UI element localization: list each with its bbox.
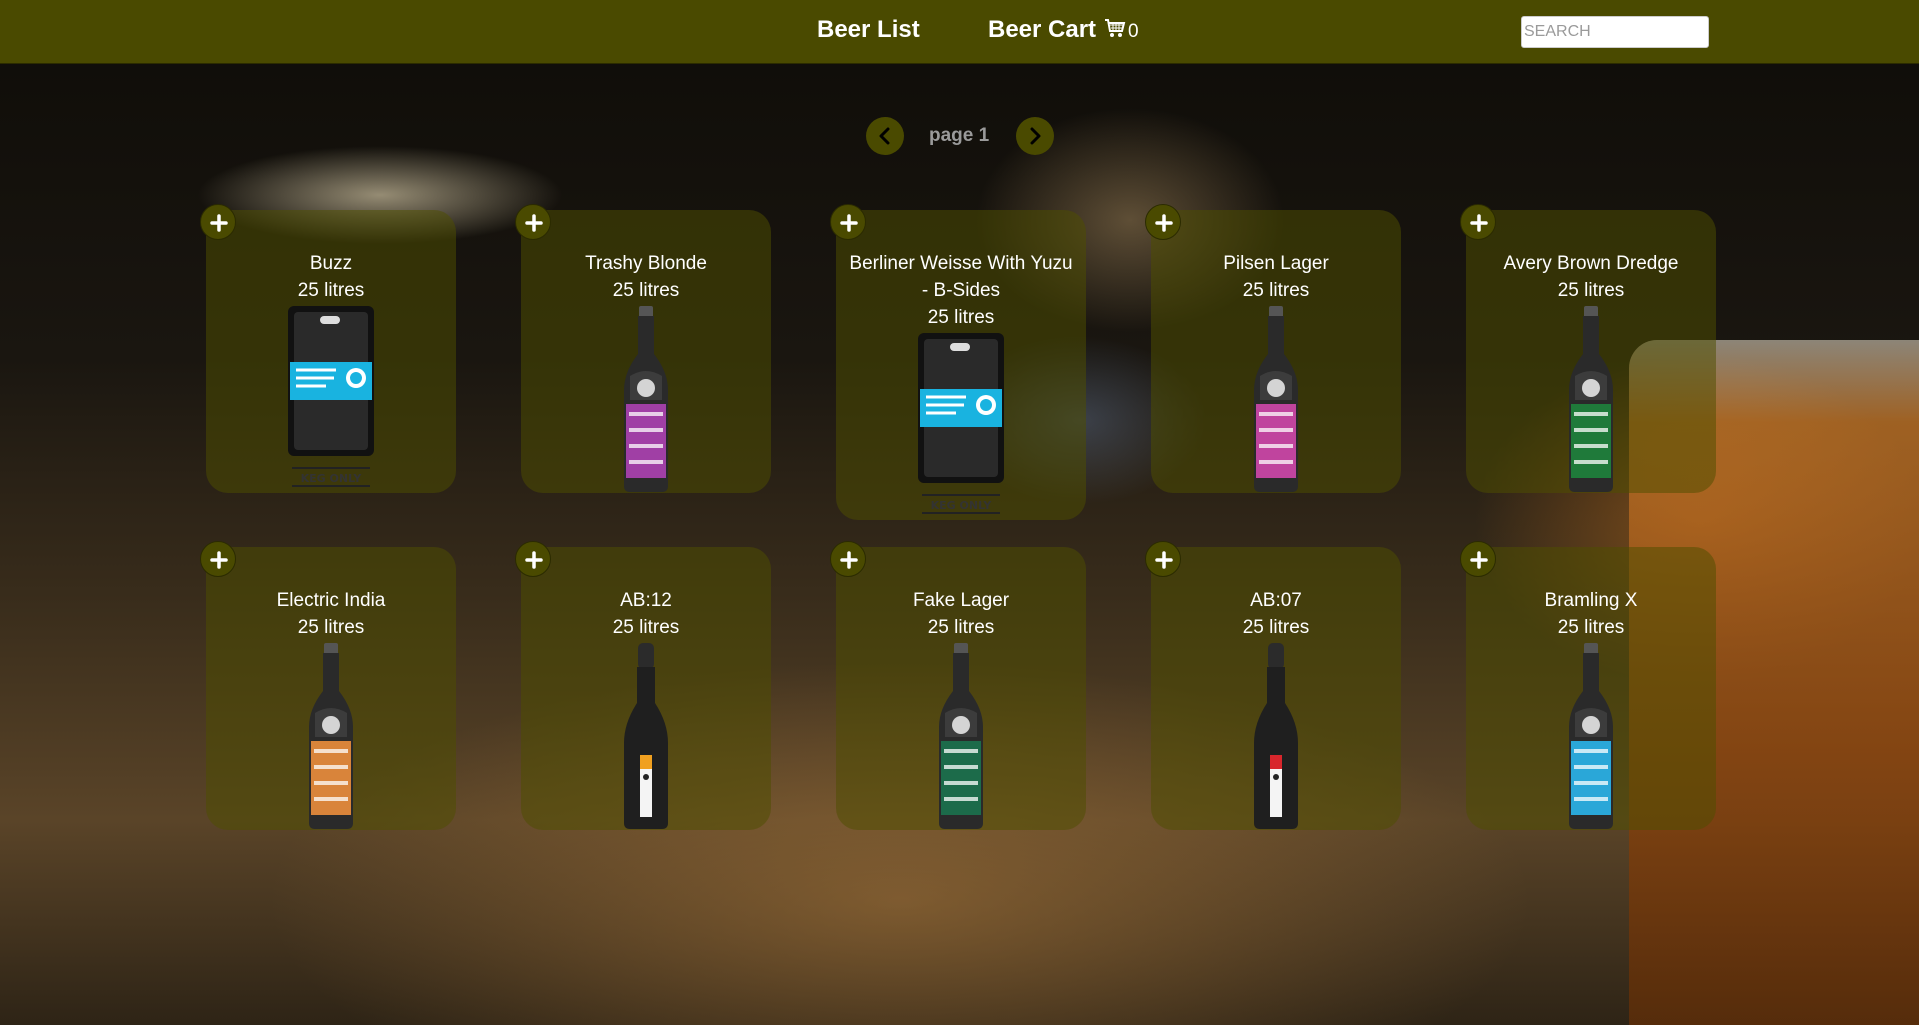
beer-card[interactable]: Buzz 25 litres KEG ONLY xyxy=(200,204,456,493)
beer-bottle-image xyxy=(1254,306,1298,492)
beer-name: Buzz xyxy=(309,253,353,274)
beer-name: Trashy Blonde xyxy=(585,253,707,274)
beer-volume: 25 litres xyxy=(1557,617,1625,638)
plus-icon xyxy=(840,214,858,232)
add-to-cart-button[interactable] xyxy=(200,204,236,240)
add-to-cart-button[interactable] xyxy=(1145,541,1181,577)
plus-icon xyxy=(1470,214,1488,232)
beer-volume: 25 litres xyxy=(612,280,680,301)
beer-keg-image: KEG ONLY xyxy=(288,306,374,487)
plus-icon xyxy=(525,214,543,232)
beer-card[interactable]: Avery Brown Dredge 25 litres xyxy=(1460,204,1716,493)
add-to-cart-button[interactable] xyxy=(830,541,866,577)
keg-only-text: KEG ONLY xyxy=(301,472,363,485)
beer-volume: 25 litres xyxy=(1557,280,1625,301)
page-indicator: page 1 xyxy=(929,125,990,146)
plus-icon xyxy=(210,214,228,232)
beer-volume: 25 litres xyxy=(612,617,680,638)
beer-volume: 25 litres xyxy=(927,617,995,638)
beer-card[interactable]: Fake Lager 25 litres xyxy=(830,541,1086,830)
beer-bottle-image xyxy=(1254,643,1298,829)
plus-icon xyxy=(1155,214,1173,232)
add-to-cart-button[interactable] xyxy=(515,204,551,240)
plus-icon xyxy=(1470,551,1488,569)
previous-page-button[interactable] xyxy=(866,117,904,155)
add-to-cart-button[interactable] xyxy=(515,541,551,577)
pager: page 1 xyxy=(866,117,1056,157)
cart-count: 0 xyxy=(1128,21,1139,42)
beer-card[interactable]: Trashy Blonde 25 litres xyxy=(515,204,771,493)
beer-name: Electric India xyxy=(276,590,386,611)
plus-icon xyxy=(840,551,858,569)
beer-card[interactable]: AB:12 25 litres xyxy=(515,541,771,830)
navbar: Beer List Beer Cart 0 xyxy=(0,0,1919,64)
nav-beer-list-link[interactable]: Beer List xyxy=(817,16,920,44)
plus-icon xyxy=(525,551,543,569)
beer-name: AB:12 xyxy=(620,590,672,611)
beer-card[interactable]: AB:07 25 litres xyxy=(1145,541,1401,830)
add-to-cart-button[interactable] xyxy=(1145,204,1181,240)
nav-beer-cart-label: Beer Cart xyxy=(988,16,1097,43)
add-to-cart-button[interactable] xyxy=(830,204,866,240)
beer-volume: 25 litres xyxy=(1242,617,1310,638)
beer-bottle-image xyxy=(1569,306,1613,492)
beer-bottle-image xyxy=(624,306,668,492)
beer-bottle-image xyxy=(309,643,353,829)
beer-volume: 25 litres xyxy=(297,280,365,301)
beer-card[interactable]: Bramling X 25 litres xyxy=(1460,541,1716,830)
add-to-cart-button[interactable] xyxy=(1460,541,1496,577)
beer-name: Pilsen Lager xyxy=(1223,253,1329,274)
add-to-cart-button[interactable] xyxy=(1460,204,1496,240)
cart-icon xyxy=(1105,19,1126,37)
beer-name: Avery Brown Dredge xyxy=(1503,253,1679,274)
beer-name: AB:07 xyxy=(1250,590,1302,611)
chevron-left-icon xyxy=(879,127,890,145)
beer-name: Fake Lager xyxy=(912,590,1010,611)
beer-card[interactable]: Pilsen Lager 25 litres xyxy=(1145,204,1401,493)
plus-icon xyxy=(1155,551,1173,569)
beer-bottle-image xyxy=(1569,643,1613,829)
beer-keg-image: KEG ONLY xyxy=(918,333,1004,514)
beer-name: Berliner Weisse With Yuzu - B-Sides xyxy=(849,253,1073,301)
search-input[interactable] xyxy=(1521,16,1709,48)
beer-volume: 25 litres xyxy=(1242,280,1310,301)
keg-only-text: KEG ONLY xyxy=(931,499,993,512)
beer-name: Bramling X xyxy=(1544,590,1638,611)
beer-bottle-image xyxy=(624,643,668,829)
beer-volume: 25 litres xyxy=(927,307,995,328)
add-to-cart-button[interactable] xyxy=(200,541,236,577)
beer-bottle-image xyxy=(939,643,983,829)
beer-card[interactable]: Electric India 25 litres xyxy=(200,541,456,830)
nav-beer-cart-link[interactable]: Beer Cart 0 xyxy=(988,16,1139,44)
chevron-right-icon xyxy=(1030,127,1041,145)
beer-card[interactable]: Berliner Weisse With Yuzu - B-Sides 25 li… xyxy=(830,204,1086,520)
plus-icon xyxy=(210,551,228,569)
next-page-button[interactable] xyxy=(1016,117,1054,155)
beer-volume: 25 litres xyxy=(297,617,365,638)
